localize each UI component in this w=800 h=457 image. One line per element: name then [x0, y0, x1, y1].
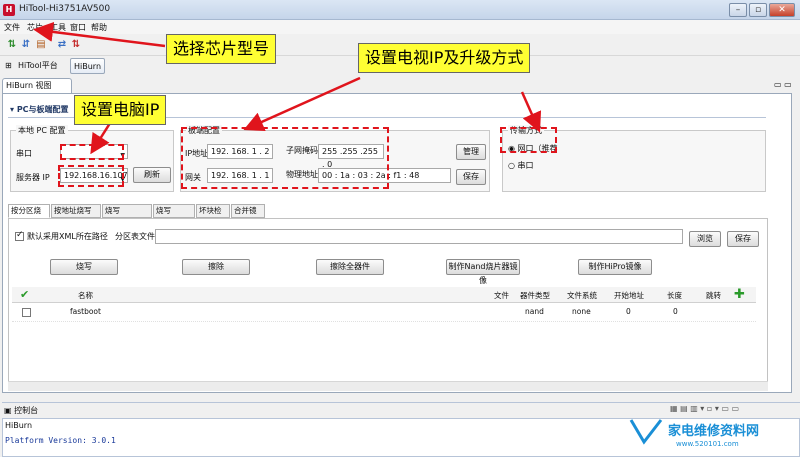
callout-chip: 选择芯片型号: [166, 34, 277, 64]
callout-tv-ip: 设置电视IP及升级方式: [358, 43, 531, 73]
callout-pc-ip: 设置电脑IP: [74, 95, 167, 125]
watermark-text: 家电维修资料网: [668, 424, 760, 439]
arrow-chip: [33, 21, 166, 48]
arrow-transfer: [520, 91, 542, 133]
arrow-board: [243, 76, 361, 132]
watermark-url: www.520101.com: [676, 440, 739, 448]
watermark-logo-icon: [629, 419, 663, 445]
